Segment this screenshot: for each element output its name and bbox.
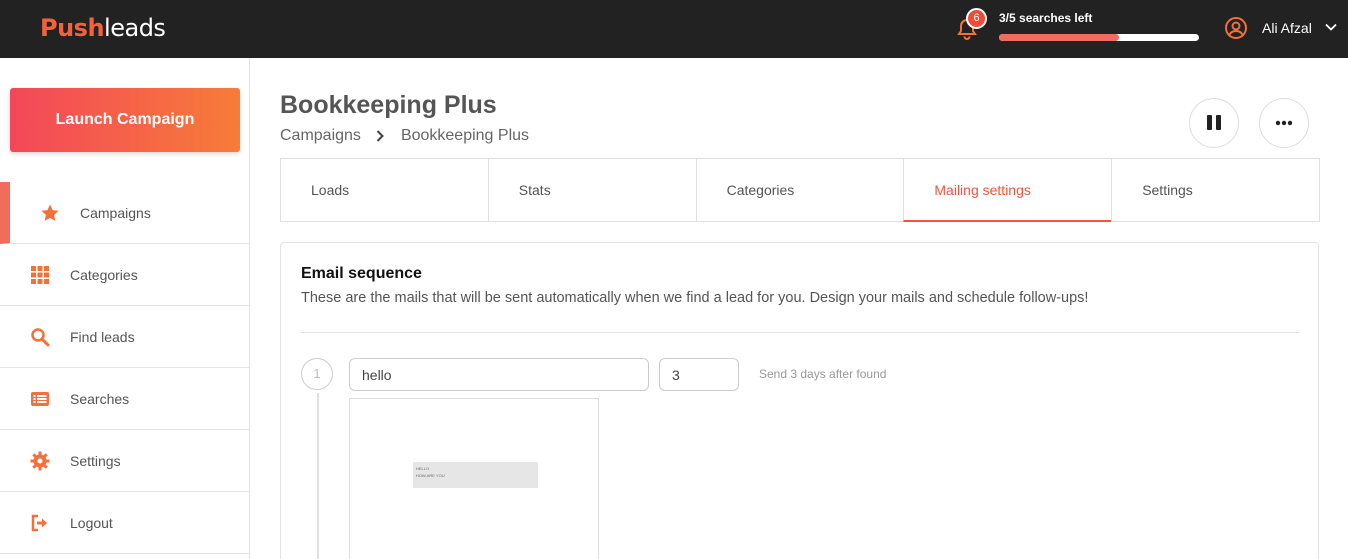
preview-line: HOW ARE YOU <box>416 473 445 478</box>
tab-mailing-settings[interactable]: Mailing settings <box>903 158 1113 222</box>
email-preview-content: HELLO HOW ARE YOU <box>413 462 538 488</box>
more-horizontal-icon <box>1275 120 1293 126</box>
send-days-input[interactable] <box>659 358 739 391</box>
send-delay-note: Send 3 days after found <box>759 367 887 381</box>
user-avatar-icon[interactable] <box>1224 16 1248 40</box>
brand-logo[interactable]: Pushleads <box>40 14 166 42</box>
sidebar: Launch Campaign Campaigns Categories Fin… <box>0 58 250 559</box>
step-connector-line <box>317 393 319 559</box>
sidebar-nav: Campaigns Categories Find leads Searches… <box>0 182 249 554</box>
email-sequence-card: Email sequence These are the mails that … <box>280 242 1319 559</box>
user-name[interactable]: Ali Afzal <box>1262 20 1312 36</box>
sidebar-item-find-leads[interactable]: Find leads <box>0 306 249 368</box>
tab-stats[interactable]: Stats <box>487 158 697 222</box>
page-title: Bookkeeping Plus <box>280 91 497 119</box>
pause-icon <box>1207 115 1221 130</box>
sidebar-item-label: Logout <box>70 515 113 531</box>
more-options-button[interactable] <box>1259 98 1309 148</box>
sidebar-item-label: Campaigns <box>80 205 151 221</box>
launch-campaign-button[interactable]: Launch Campaign <box>10 88 240 152</box>
email-sequence-description: These are the mails that will be sent au… <box>301 290 1089 306</box>
breadcrumb-campaigns-link[interactable]: Campaigns <box>280 127 361 145</box>
pause-button[interactable] <box>1189 98 1239 148</box>
tab-loads[interactable]: Loads <box>280 158 489 222</box>
top-bar: Pushleads 6 3/5 searches left Ali Afzal <box>0 0 1348 58</box>
sidebar-item-label: Categories <box>70 267 138 283</box>
logout-icon <box>31 514 47 532</box>
sidebar-item-settings[interactable]: Settings <box>0 430 249 492</box>
gear-icon <box>30 451 50 471</box>
email-preview[interactable]: HELLO HOW ARE YOU <box>349 398 599 559</box>
sidebar-item-categories[interactable]: Categories <box>0 244 249 306</box>
step-number: 1 <box>301 358 333 390</box>
sidebar-item-logout[interactable]: Logout <box>0 492 249 554</box>
searches-progress-fill <box>999 34 1119 41</box>
tab-settings[interactable]: Settings <box>1111 158 1320 222</box>
sidebar-item-label: Find leads <box>70 329 135 345</box>
campaign-tabs: Loads Stats Categories Mailing settings … <box>280 158 1320 222</box>
sidebar-item-searches[interactable]: Searches <box>0 368 249 430</box>
divider <box>301 332 1299 333</box>
search-icon <box>31 328 50 347</box>
breadcrumb-current: Bookkeeping Plus <box>400 127 530 144</box>
tab-categories[interactable]: Categories <box>695 158 905 222</box>
searches-left-text: 3/5 searches left <box>999 11 1093 25</box>
searches-progress-bar <box>999 34 1199 41</box>
sidebar-item-label: Searches <box>70 391 130 407</box>
sidebar-item-label: Settings <box>70 453 121 469</box>
preview-line: HELLO <box>416 466 430 471</box>
brand-logo-push: Push <box>40 14 105 42</box>
chevron-down-icon[interactable] <box>1324 20 1338 34</box>
grid-icon <box>31 266 49 284</box>
sidebar-item-campaigns[interactable]: Campaigns <box>0 182 249 244</box>
breadcrumb: Campaigns Bookkeeping Plus <box>280 127 529 145</box>
star-icon <box>41 204 59 221</box>
brand-logo-leads: leads <box>104 14 166 42</box>
chevron-right-icon <box>376 130 384 142</box>
email-sequence-title: Email sequence <box>301 265 422 282</box>
email-subject-input[interactable] <box>349 358 649 391</box>
notification-badge: 6 <box>966 8 987 29</box>
list-icon <box>31 392 49 406</box>
